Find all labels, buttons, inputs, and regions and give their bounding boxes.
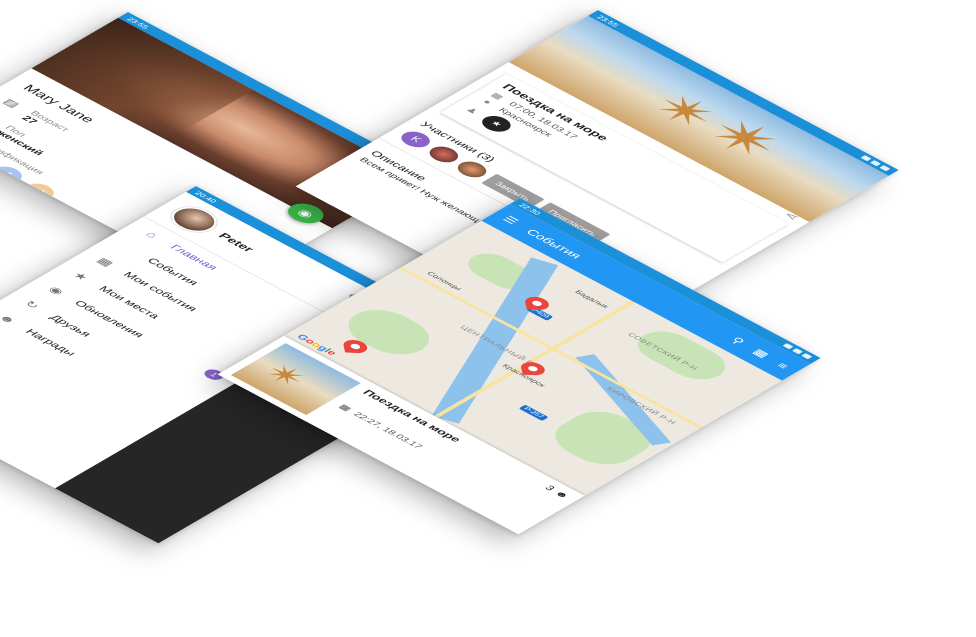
cake-icon: ▨ <box>0 96 23 110</box>
calendar-icon[interactable]: ▦ <box>749 347 772 360</box>
user-name: Peter <box>216 230 258 254</box>
calendar-icon: ▦ <box>336 403 354 413</box>
event-time: ▦ 22:27, 18.03.17 <box>336 403 425 451</box>
people-icon: ☻ <box>0 312 20 326</box>
people-icon: ☻ <box>551 489 572 501</box>
search-icon[interactable]: ⚲ <box>727 335 748 346</box>
refresh-icon: ↻ <box>21 298 43 311</box>
map-pin[interactable] <box>519 361 547 376</box>
route-badge: P-257 <box>518 404 549 421</box>
calendar-icon: ▦ <box>94 255 117 269</box>
place-icon: ◉ <box>45 284 68 297</box>
star-icon: ★ <box>70 270 92 283</box>
map-pin[interactable] <box>523 296 551 311</box>
map-label: Солонцы <box>425 270 464 292</box>
filter-icon[interactable]: ≡ <box>774 360 792 370</box>
menu-icon[interactable]: ☰ <box>499 214 522 227</box>
person-icon: ♟ <box>463 106 481 116</box>
mockup-scene: 23:55 ◉ Mary Jane ▨ Возраст 27 ☺ Пол жен… <box>0 0 976 637</box>
map-label: Бадалык <box>573 289 611 310</box>
home-icon: ⌂ <box>143 229 162 240</box>
